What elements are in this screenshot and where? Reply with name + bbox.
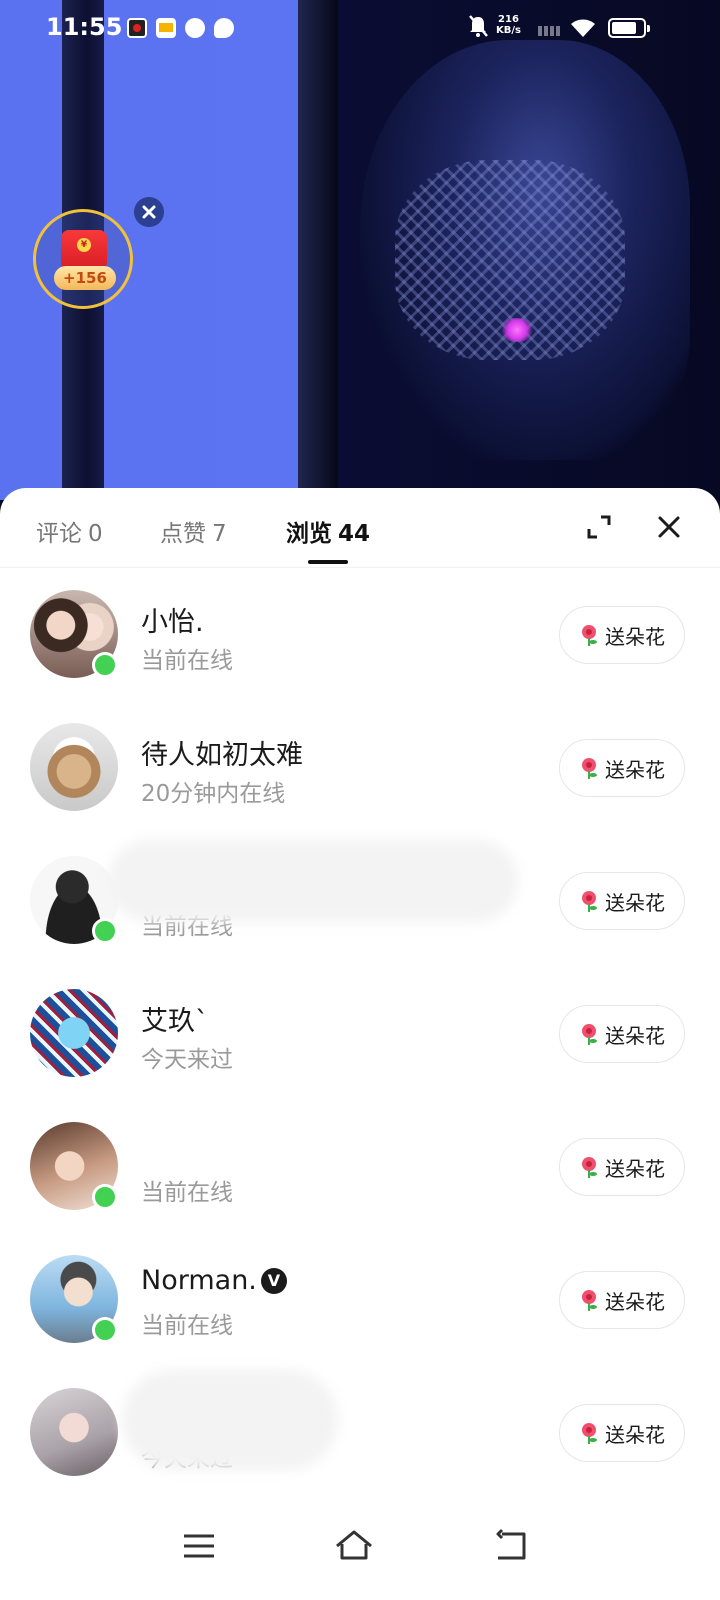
flower-icon [582,1157,597,1178]
visitor-row[interactable]: 当前在线 送朵花 [0,1100,720,1233]
visitor-status: 当前在线 [141,648,233,674]
menu-icon[interactable] [178,1524,222,1568]
flower-icon [582,1423,597,1444]
red-packet-amount: +156 [54,266,116,290]
redaction-blur [122,1370,338,1470]
visitors-sheet: 评论 0 点赞 7 浏览 44 小怡. 当前在线 送朵花 待人如初太难 20分钟… [0,488,720,1600]
visitor-row[interactable]: 小怡. 当前在线 送朵花 [0,568,720,701]
visitor-row[interactable]: 待人如初太难 20分钟内在线 送朵花 [0,701,720,834]
send-flower-button[interactable]: 送朵花 [559,606,685,664]
tab-comments[interactable]: 评论 0 [36,514,103,548]
send-flower-label: 送朵花 [605,1422,665,1447]
online-status-dot [92,918,118,944]
online-status-dot [92,652,118,678]
battery-icon [608,18,650,38]
visitor-status: 当前在线 [141,1313,233,1339]
visitor-status: 当前在线 [141,1180,233,1206]
tab-views-label: 浏览 [286,521,332,547]
tab-comments-label: 评论 [36,521,82,547]
online-status-dot [92,1317,118,1343]
tab-comments-count: 0 [88,521,103,547]
send-flower-label: 送朵花 [605,1023,665,1048]
redaction-blur [108,840,518,922]
sheet-tabs: 评论 0 点赞 7 浏览 44 [0,488,720,568]
flower-icon [582,891,597,912]
home-icon[interactable] [332,1524,376,1568]
send-flower-button[interactable]: 送朵花 [559,1005,685,1063]
send-flower-button[interactable]: 送朵花 [559,1404,685,1462]
tab-views-count: 44 [338,521,371,547]
visitor-row[interactable]: 艾玖` 今天来过 送朵花 [0,967,720,1100]
visitor-status: 今天来过 [141,1047,233,1073]
visitor-row[interactable]: 当前在线 送朵花 [0,834,720,967]
tab-likes-label: 点赞 [160,521,206,547]
flower-icon [582,1290,597,1311]
network-speed-unit: KB/s [496,25,521,36]
send-flower-label: 送朵花 [605,624,665,649]
flower-icon [582,625,597,646]
expand-icon[interactable] [586,514,612,540]
send-flower-button[interactable]: 送朵花 [559,1138,685,1196]
send-flower-label: 送朵花 [605,1289,665,1314]
send-flower-label: 送朵花 [605,1156,665,1181]
tab-likes[interactable]: 点赞 7 [160,514,227,548]
wifi-icon [571,19,595,37]
screen-record-icon [127,18,147,38]
tab-likes-count: 7 [212,521,227,547]
online-status-dot [92,1184,118,1210]
visitor-name[interactable]: 艾玖` [141,999,209,1038]
red-envelope-icon: ¥ [61,230,107,270]
wechat-notification-icon [214,18,234,38]
avatar[interactable] [30,1388,118,1476]
video-glow-light [500,318,534,342]
mail-notification-icon [156,18,176,38]
flower-icon [582,1024,597,1045]
network-speed: 216 KB/s [496,14,521,36]
red-packet-close-icon[interactable] [134,197,164,227]
visitor-row[interactable]: Norman. V 当前在线 送朵花 [0,1233,720,1366]
visitor-name-text: Norman. [141,1265,257,1296]
app-notification-icon [185,18,205,38]
close-icon[interactable] [656,514,682,540]
verified-badge-icon: V [260,1268,287,1294]
send-flower-button[interactable]: 送朵花 [559,872,685,930]
visitor-status: 20分钟内在线 [141,781,286,807]
coin-icon: ¥ [77,238,91,252]
send-flower-label: 送朵花 [605,757,665,782]
visitor-row[interactable]: 今天来过 送朵花 [0,1366,720,1499]
avatar[interactable] [30,989,118,1077]
system-nav-bar [0,1510,720,1600]
visitor-list: 小怡. 当前在线 送朵花 待人如初太难 20分钟内在线 送朵花 当前在线 送朵花… [0,568,720,1499]
status-time: 11:55 [46,13,123,41]
visitor-name[interactable]: Norman. V [141,1265,287,1296]
status-bar: 11:55 216 KB/s [0,0,720,56]
visitor-name[interactable]: 小怡. [141,600,204,639]
mute-bell-icon [469,15,488,37]
tab-views[interactable]: 浏览 44 [286,514,370,548]
active-tab-indicator [308,560,348,564]
avatar[interactable] [30,723,118,811]
back-icon[interactable] [490,1524,534,1568]
red-packet-widget[interactable]: ¥ +156 [33,209,133,309]
send-flower-label: 送朵花 [605,890,665,915]
send-flower-button[interactable]: 送朵花 [559,1271,685,1329]
network-speed-value: 216 [498,14,519,25]
video-frame-edge [298,0,338,500]
flower-icon [582,758,597,779]
cell-signal-icon [538,26,562,36]
send-flower-button[interactable]: 送朵花 [559,739,685,797]
visitor-name[interactable]: 待人如初太难 [141,733,303,772]
